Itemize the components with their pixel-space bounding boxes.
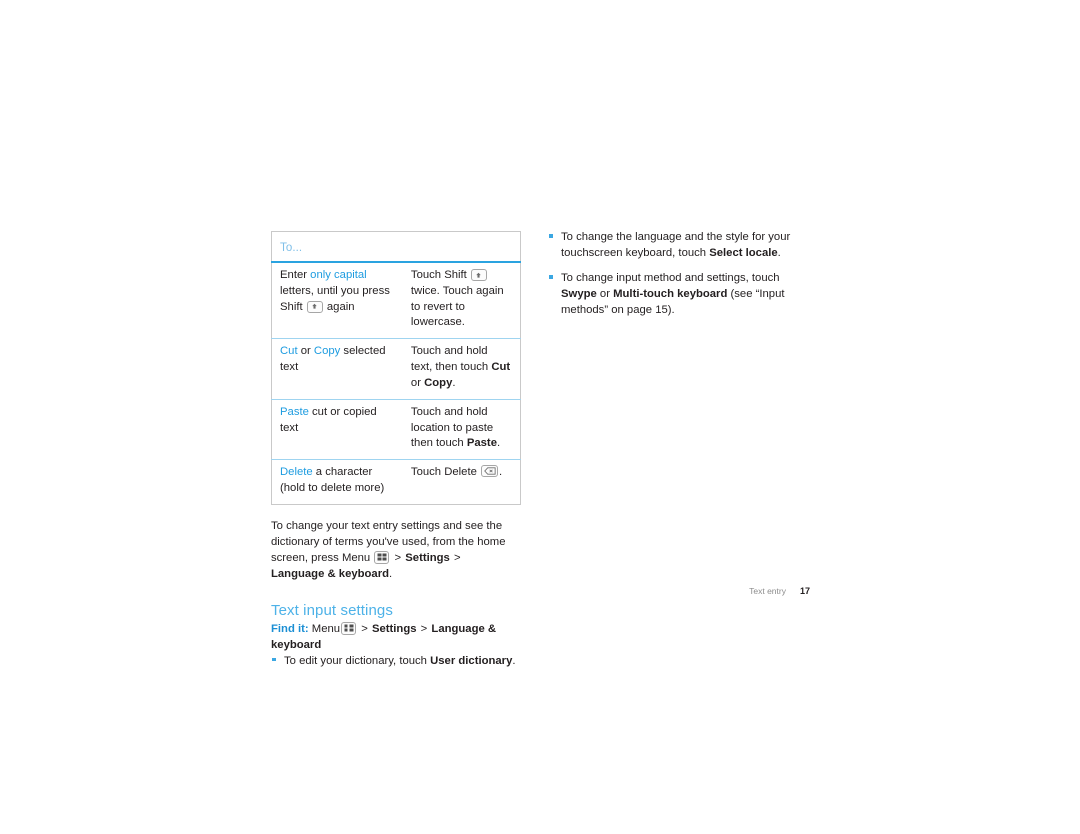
row2-instruction-pre: Touch and hold text, then touch [410, 345, 492, 374]
find-it-line: Find it: Menu > Settings > Language & ke… [271, 621, 511, 653]
left-bullet-list: To edit your dictionary, touch User dict… [271, 653, 521, 669]
bullet-square-icon [549, 234, 553, 238]
footer-section-title: Text entry [749, 586, 786, 596]
row2-instruction-post: . [452, 376, 456, 389]
table-cell-instruction: Touch and hold text, then touch Cut or C… [402, 338, 521, 400]
row3-instruction-post: . [496, 437, 501, 450]
left-bullet-0-post: . [512, 654, 516, 667]
backspace-glyph [482, 466, 497, 476]
row2-action-highlight2: Copy [313, 345, 341, 358]
delete-key-icon [481, 465, 498, 478]
table-cell-action: Cut or Copy selected text [271, 338, 403, 400]
table-header-cell: To... [271, 231, 521, 263]
shift-arrow-glyph [472, 270, 486, 280]
settings-paragraph-bold2: Language & keyboard [271, 567, 390, 580]
table-cell-instruction: Touch and hold location to paste then to… [402, 398, 521, 460]
table-header-row: To... [271, 231, 521, 263]
right-bullet-0-bold: Select locale [709, 247, 778, 260]
right-bullet-1-bold: Swype [561, 288, 597, 301]
right-bullet-1-pre: To change input method and settings, tou… [561, 272, 780, 285]
row1-action-tail2: again [323, 300, 355, 313]
menu-grid-glyph [377, 553, 387, 561]
find-it-label: Find it: [271, 622, 309, 635]
left-column: To... Enter only capital letters, until … [271, 231, 521, 669]
row4-action-highlight: Delete [280, 466, 313, 479]
right-bullet-1-mid: or [596, 288, 614, 301]
manual-page: To... Enter only capital letters, until … [0, 0, 1080, 834]
table-cell-instruction: Touch Shift twice. Touch again to revert… [403, 262, 521, 339]
settings-paragraph-sep1: > [394, 551, 402, 564]
menu-grid-glyph [344, 624, 354, 632]
find-it-sep1: > [361, 622, 368, 635]
bullet-square-icon [272, 657, 276, 662]
row2-action-mid: or [297, 345, 314, 358]
find-it-sep2: > [420, 622, 428, 635]
table-row: Delete a character (hold to delete more)… [271, 459, 521, 505]
table-header-label: To... [280, 242, 303, 254]
settings-paragraph: To change your text entry settings and s… [271, 518, 511, 582]
right-bullet-1-bold2: Multi-touch keyboard [613, 288, 728, 301]
text-entry-howto-table: To... Enter only capital letters, until … [271, 231, 521, 505]
row1-action-highlight: only capital [310, 269, 367, 281]
table-row: Cut or Copy selected text Touch and hold… [271, 338, 521, 400]
find-it-menu-text: Menu [311, 622, 341, 635]
list-item: To edit your dictionary, touch User dict… [271, 653, 521, 669]
left-bullet-0-bold: User dictionary [430, 654, 513, 667]
list-item: To change input method and settings, tou… [548, 270, 816, 318]
footer-page-number: 17 [799, 586, 810, 596]
table-cell-action: Paste cut or copied text [271, 398, 403, 460]
row1-instruction-post: twice. Touch again to revert to lowercas… [410, 284, 504, 329]
shift-key-icon [470, 269, 487, 281]
table-row: Paste cut or copied text Touch and hold … [271, 398, 521, 460]
settings-paragraph-bold1: Settings [405, 551, 450, 564]
row1-instruction-pre: Touch Shift [410, 269, 470, 281]
settings-paragraph-period: . [389, 567, 393, 580]
table-cell-action: Delete a character (hold to delete more) [271, 459, 403, 505]
settings-paragraph-sep2: > [453, 551, 461, 564]
right-bullet-list: To change the language and the style for… [548, 229, 816, 318]
bullet-square-icon [549, 275, 553, 279]
find-it-bold1: Settings [371, 622, 417, 635]
list-item: To change the language and the style for… [548, 229, 816, 261]
page-footer: Text entry 17 [700, 586, 810, 596]
section-heading-text-input-settings: Text input settings [271, 601, 393, 619]
row2-instruction-mid: or [410, 376, 425, 389]
menu-key-icon [374, 550, 390, 564]
row4-instruction-post: . [499, 466, 503, 479]
shift-key-icon [306, 300, 323, 313]
right-bullet-0-post: . [777, 247, 781, 260]
menu-key-icon [341, 621, 357, 635]
table-cell-action: Enter only capital letters, until you pr… [272, 262, 403, 339]
row1-action-lead: Enter [280, 269, 308, 281]
right-column: To change the language and the style for… [548, 229, 816, 318]
row4-instruction-pre: Touch Delete [410, 466, 480, 479]
row3-instruction-bold1: Paste [466, 437, 497, 450]
shift-arrow-glyph [308, 302, 322, 312]
left-bullet-0-pre: To edit your dictionary, touch [284, 654, 431, 667]
row2-instruction-bold1: Cut [491, 361, 511, 374]
row2-action-highlight: Cut [280, 345, 298, 358]
table-cell-instruction: Touch Delete . [402, 459, 521, 505]
table-row: Enter only capital letters, until you pr… [272, 262, 521, 339]
row2-instruction-bold2: Copy [424, 376, 453, 389]
row3-action-highlight: Paste [280, 405, 309, 418]
